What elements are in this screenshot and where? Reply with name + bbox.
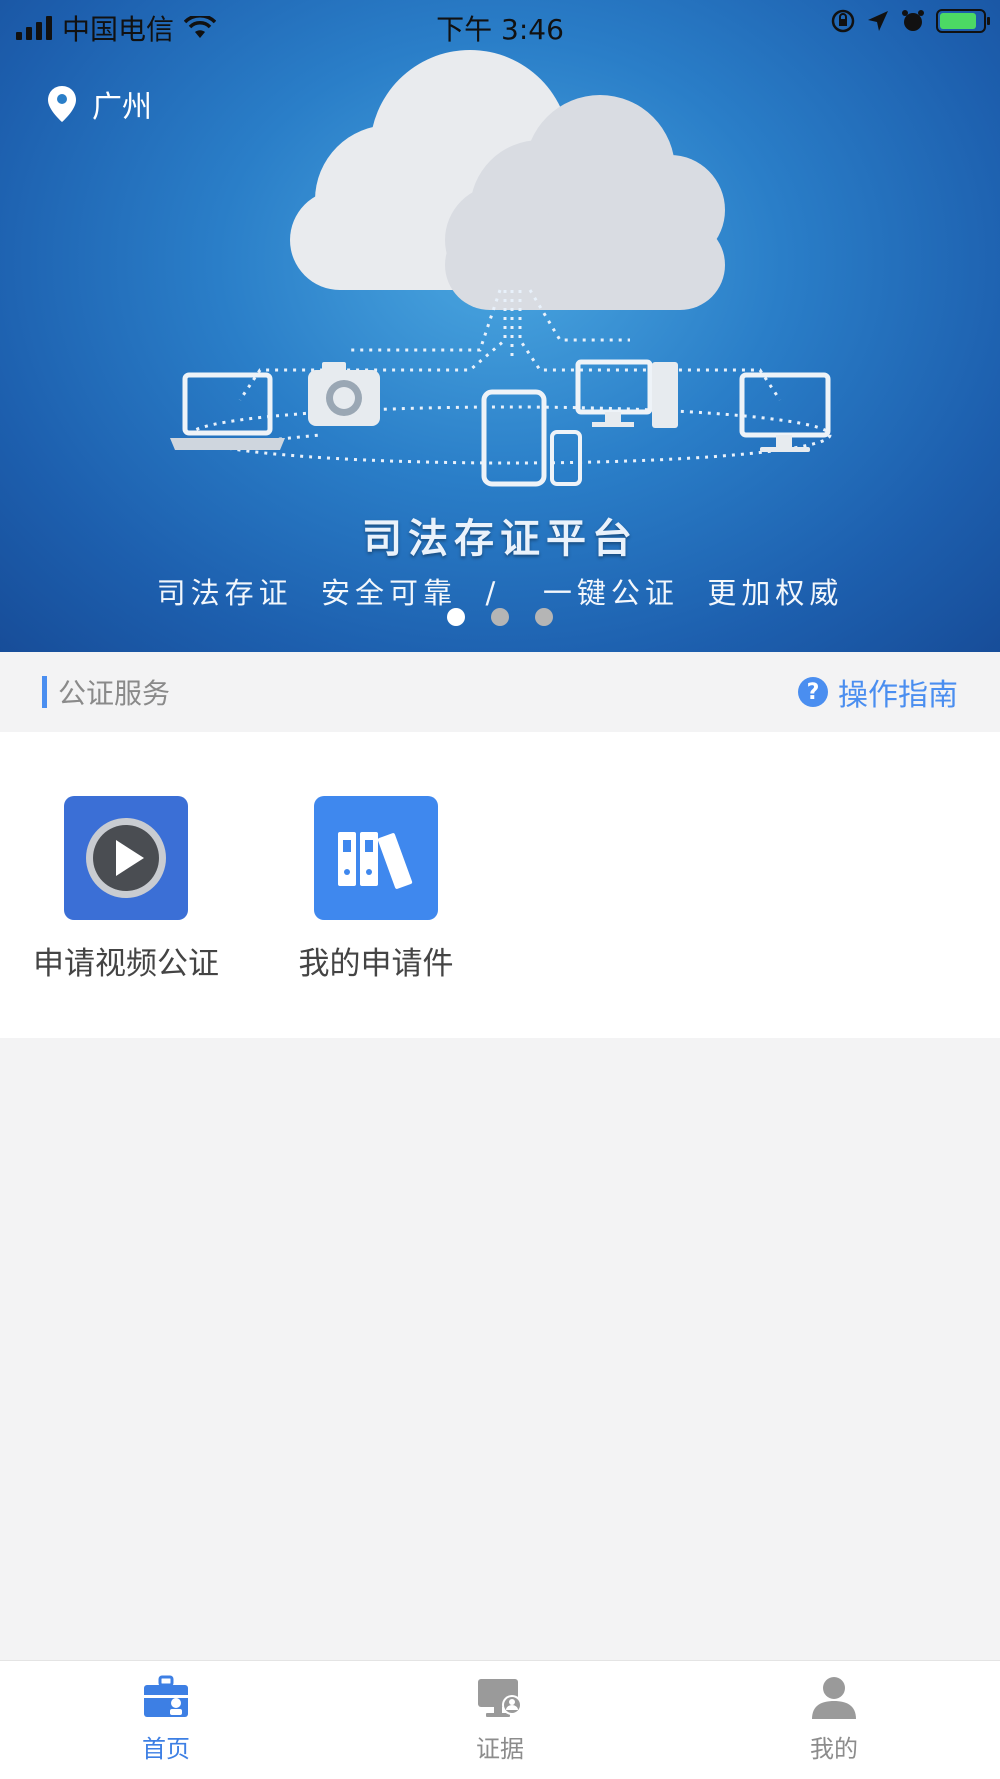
bottom-tab-bar: 首页 证据 我的 (0, 1660, 1000, 1779)
service-label: 申请视频公证 (33, 946, 219, 982)
carousel-pagination (0, 608, 1000, 626)
service-label: 我的申请件 (298, 946, 454, 982)
tab-label: 我的 (810, 1735, 858, 1763)
location-selector[interactable]: 广州 (48, 82, 152, 126)
alarm-icon (902, 10, 924, 31)
carousel-dot-2[interactable] (491, 608, 509, 626)
notary-services-header: 公证服务 ? 操作指南 (0, 652, 1000, 732)
apply-video-notary-button[interactable]: 申请视频公证 (16, 796, 236, 983)
operation-guide-label: 操作指南 (838, 678, 958, 713)
carousel-dot-1[interactable] (447, 608, 465, 626)
section-title: 公证服务 (58, 677, 171, 710)
banner-slogan: 司法存证 安全可靠 / 一键公证 更加权威 (156, 576, 844, 610)
section-accent-bar (42, 676, 47, 708)
banner-title: 司法存证平台 (362, 516, 638, 562)
tab-label: 证据 (476, 1735, 524, 1763)
tab-label: 首页 (142, 1735, 190, 1763)
tab-home[interactable]: 首页 (66, 1675, 266, 1764)
carousel-dot-3[interactable] (535, 608, 553, 626)
orientation-lock-icon (831, 9, 855, 33)
binders-icon (314, 796, 438, 920)
map-pin-icon (48, 86, 76, 122)
video-play-icon (64, 796, 188, 920)
location-arrow-icon (868, 11, 888, 31)
banner-carousel[interactable]: 中国电信 下午 3:46 广州 司法存证平台 司法存证 安全可靠 / 一键公证 … (0, 0, 1000, 652)
my-applications-button[interactable]: 我的申请件 (266, 796, 486, 983)
user-icon (812, 1677, 856, 1719)
tab-mine[interactable]: 我的 (734, 1675, 934, 1764)
question-circle-icon: ? (798, 677, 828, 707)
services-grid: 申请视频公证 我的申请件 (0, 732, 1000, 1038)
operation-guide-link[interactable]: ? 操作指南 (798, 670, 958, 714)
home-briefcase-icon (144, 1675, 188, 1717)
status-bar: 中国电信 下午 3:46 (0, 0, 1000, 50)
tab-evidence[interactable]: 证据 (400, 1675, 600, 1764)
location-label: 广州 (92, 90, 152, 125)
evidence-monitor-icon (478, 1679, 522, 1717)
battery-charging-icon (936, 9, 990, 33)
